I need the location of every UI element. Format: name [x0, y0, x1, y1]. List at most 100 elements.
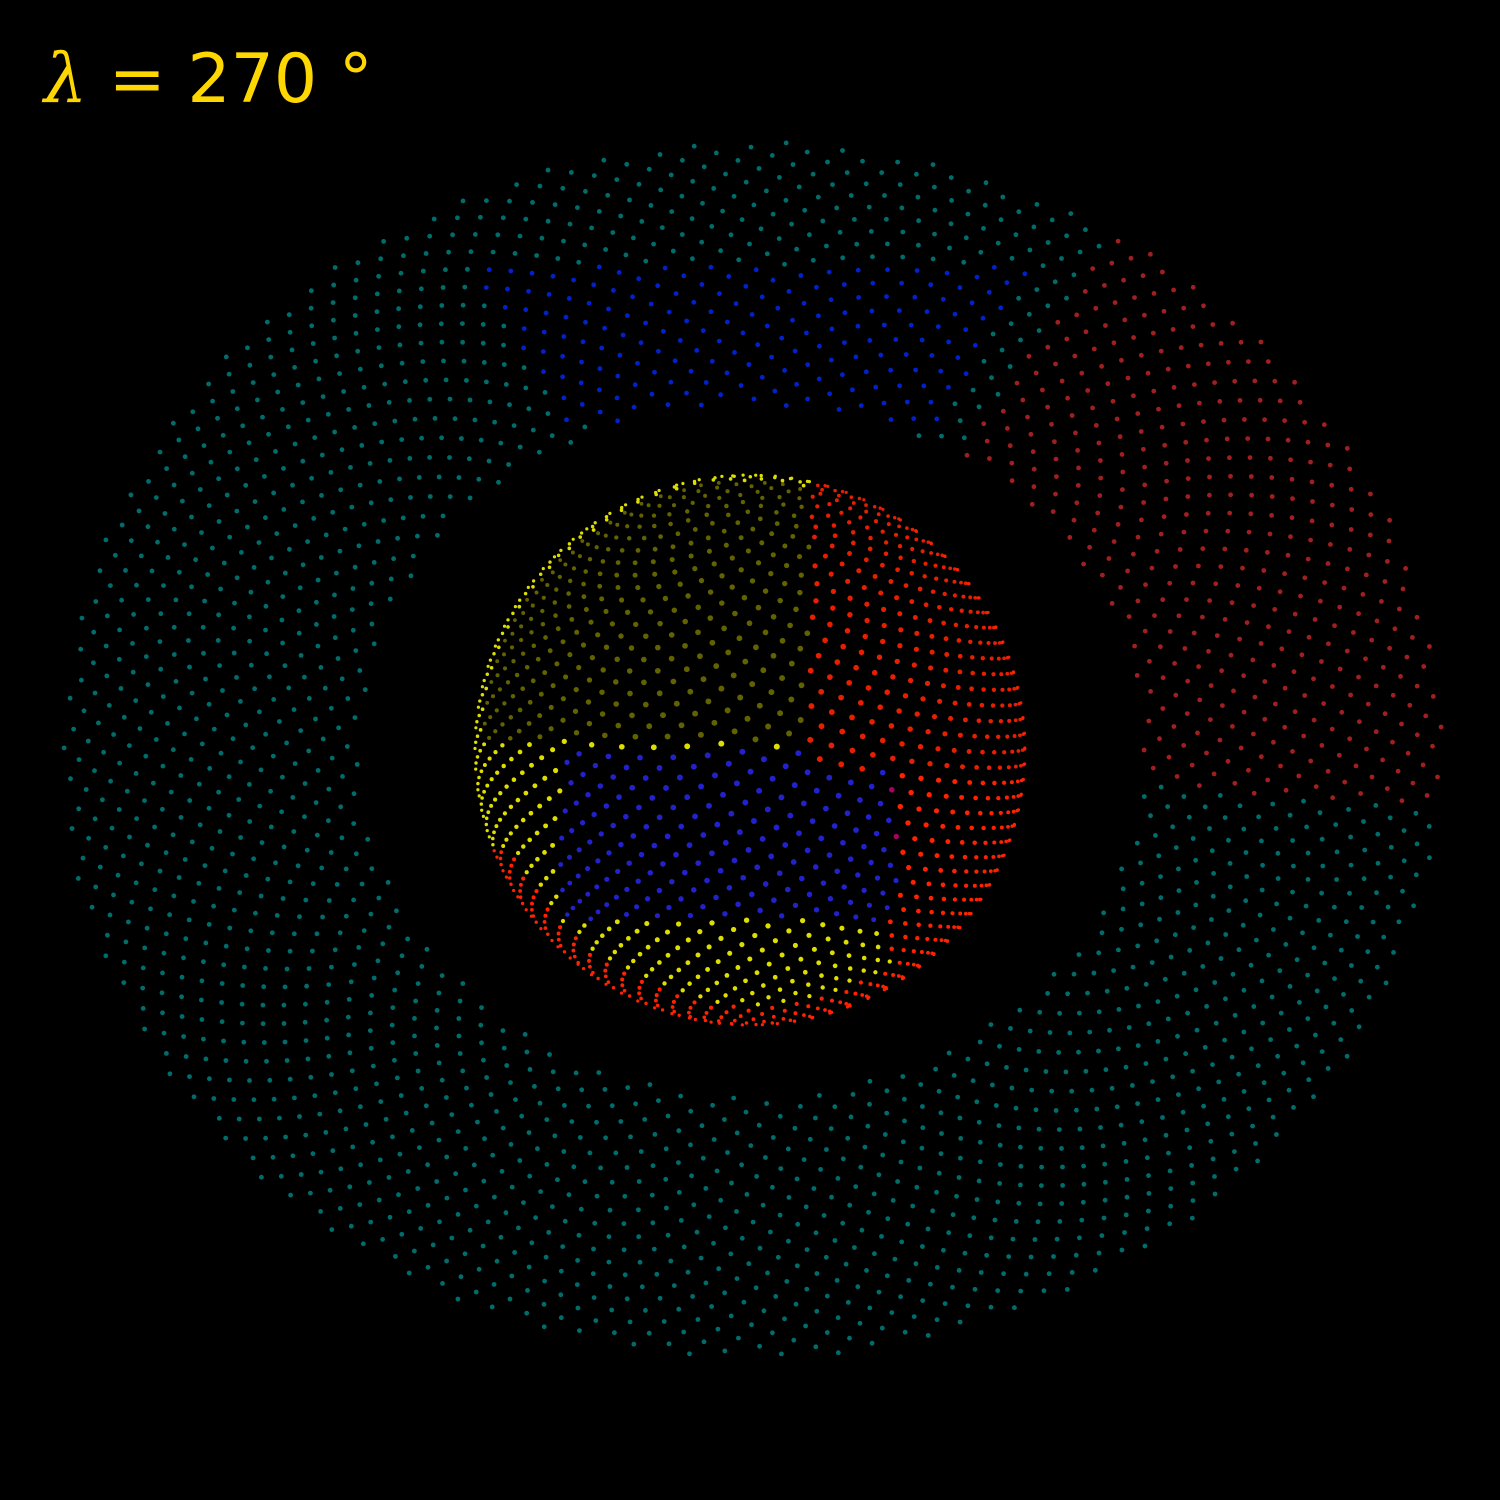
ring-dot	[936, 1088, 942, 1094]
ring-dot	[1173, 692, 1179, 698]
sphere-dot	[707, 615, 714, 621]
sphere-dot	[578, 535, 582, 539]
ring-dot	[961, 435, 967, 441]
ring-dot	[914, 1184, 920, 1190]
ring-dot	[387, 596, 393, 602]
ring-dot	[146, 479, 151, 484]
sphere-dot	[685, 518, 691, 523]
ring-dot	[1349, 963, 1354, 968]
ring-dot	[1210, 1062, 1215, 1067]
sphere-dot	[604, 902, 610, 908]
sphere-dot	[732, 1018, 737, 1023]
sphere-dot	[755, 560, 762, 566]
ring-dot	[591, 1246, 596, 1252]
sphere-dot	[909, 599, 915, 605]
sphere-dot	[642, 701, 649, 708]
sphere-dot	[714, 821, 721, 828]
sphere-dot	[926, 881, 932, 887]
ring-dot	[1243, 547, 1249, 553]
ring-dot	[1222, 1037, 1227, 1043]
background	[0, 0, 1500, 1500]
sphere-dot	[745, 847, 752, 853]
ring-dot	[1381, 934, 1387, 940]
sphere-dot	[896, 708, 902, 714]
ring-dot	[575, 205, 580, 211]
sphere-dot	[969, 825, 975, 831]
ring-dot	[81, 708, 87, 714]
ring-dot	[408, 495, 413, 500]
ring-dot	[1413, 872, 1419, 878]
sphere-dot	[613, 894, 619, 900]
ring-dot	[230, 389, 236, 394]
ring-dot	[1112, 300, 1118, 305]
ring-dot	[439, 303, 445, 308]
sphere-dot	[888, 579, 894, 584]
sphere-dot	[716, 481, 721, 485]
sphere-dot	[964, 810, 970, 816]
ring-dot	[161, 1030, 167, 1036]
sphere-dot	[812, 534, 817, 540]
ring-dot	[1106, 556, 1112, 561]
ring-dot	[328, 850, 334, 855]
ring-dot	[371, 641, 377, 647]
sphere-dot	[489, 803, 494, 808]
ring-dot	[1181, 970, 1187, 976]
ring-dot	[1109, 260, 1115, 266]
sphere-dot	[815, 504, 820, 509]
sphere-dot	[553, 767, 559, 774]
ring-dot	[247, 782, 252, 787]
sphere-dot	[554, 587, 559, 592]
sphere-dot	[722, 911, 728, 917]
ring-dot	[243, 873, 249, 878]
sphere-dot	[552, 816, 558, 822]
ring-dot	[1314, 988, 1320, 994]
ring-dot	[816, 376, 822, 382]
ring-dot	[837, 229, 843, 235]
ring-dot	[882, 1132, 888, 1137]
sphere-dot	[913, 646, 919, 652]
ring-dot	[325, 411, 331, 417]
ring-dot	[368, 911, 374, 917]
ring-dot	[281, 1021, 287, 1026]
ring-dot	[624, 161, 630, 167]
sphere-dot	[644, 921, 650, 927]
ring-dot	[1292, 611, 1298, 617]
sphere-dot	[534, 888, 539, 894]
sphere-dot	[586, 677, 593, 683]
ring-dot	[159, 990, 165, 996]
ring-dot	[1029, 501, 1035, 507]
ring-dot	[1037, 1009, 1043, 1015]
ring-dot	[1012, 1305, 1017, 1311]
sphere-dot	[615, 868, 621, 875]
sphere-dot	[798, 875, 805, 882]
ring-dot	[509, 1273, 515, 1279]
ring-dot	[69, 826, 75, 831]
ring-dot	[1387, 517, 1392, 523]
ring-dot	[1208, 717, 1213, 722]
ring-dot	[1268, 455, 1273, 461]
ring-dot	[1185, 1010, 1190, 1016]
sphere-dot	[697, 928, 703, 935]
ring-dot	[1232, 1012, 1238, 1018]
ring-dot	[939, 433, 944, 439]
ring-dot	[503, 1210, 509, 1216]
sphere-dot	[747, 768, 754, 775]
ring-dot	[127, 834, 132, 840]
ring-dot	[902, 1096, 907, 1102]
sphere-dot	[513, 605, 518, 609]
ring-dot	[1063, 1069, 1069, 1075]
ring-dot	[492, 1194, 497, 1200]
ring-dot	[446, 249, 451, 255]
sphere-dot	[493, 749, 498, 755]
sphere-dot	[681, 481, 685, 486]
ring-dot	[271, 697, 277, 702]
sphere-dot	[547, 565, 552, 570]
ring-dot	[1016, 1047, 1022, 1052]
ring-dot	[419, 964, 425, 969]
ring-dot	[782, 1316, 787, 1322]
sphere-dot	[868, 783, 875, 790]
ring-dot	[796, 184, 802, 190]
ring-dot	[1370, 919, 1376, 925]
sphere-dot	[604, 517, 609, 522]
ring-dot	[816, 313, 821, 319]
